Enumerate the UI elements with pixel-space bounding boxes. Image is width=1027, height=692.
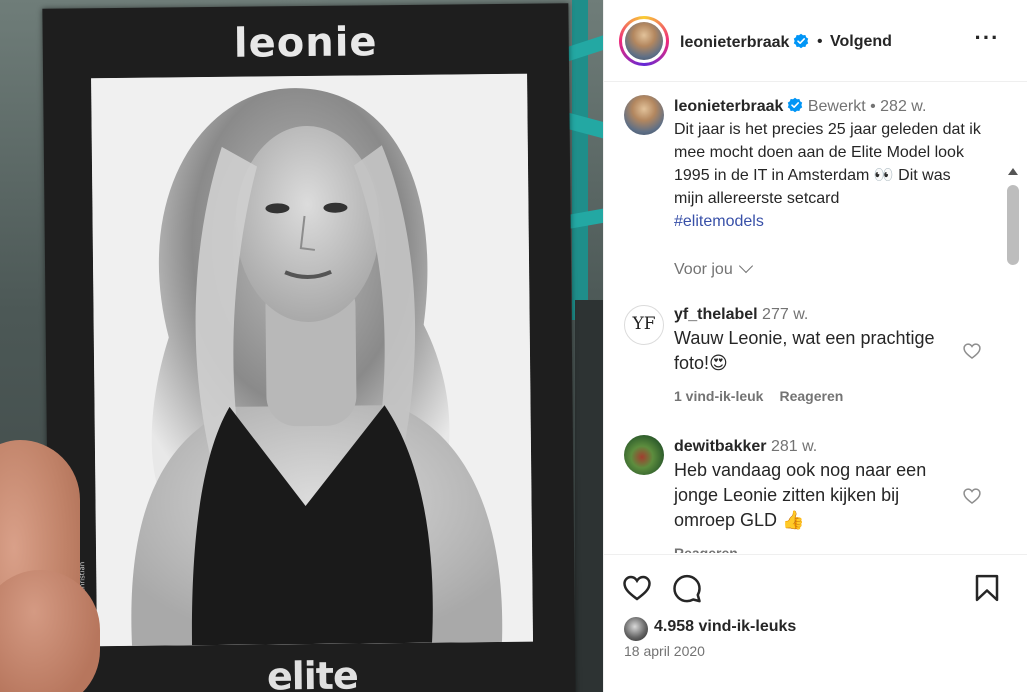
setcard: leonie Ray Christian elite bbox=[42, 3, 576, 692]
caption-text: Dit jaar is het precies 25 jaar geleden … bbox=[674, 121, 981, 207]
verified-badge-icon bbox=[794, 33, 809, 49]
avatar bbox=[624, 617, 648, 641]
comment: dewitbakker 281 w. Heb vandaag ook nog n… bbox=[674, 435, 960, 533]
setcard-name: leonie bbox=[233, 19, 378, 67]
chevron-down-icon bbox=[738, 258, 753, 274]
post-header: leonieterbraak • Volgend ··· bbox=[604, 0, 1027, 82]
comment-like-heart-icon[interactable] bbox=[962, 486, 982, 506]
portrait-illustration bbox=[91, 73, 534, 647]
caption: leonieterbraak Bewerkt • 282 w. Dit jaar… bbox=[674, 95, 984, 233]
comment-actions: 1 vind-ik-leuk Reageren bbox=[674, 388, 859, 404]
for-you-label: Voor jou bbox=[674, 261, 733, 278]
post-image[interactable]: leonie Ray Christian elite bbox=[0, 0, 603, 692]
scroll-up-arrow-icon[interactable] bbox=[1008, 168, 1018, 175]
comment-actions: Reageren bbox=[674, 545, 754, 553]
comments-list[interactable]: leonieterbraak Bewerkt • 282 w. Dit jaar… bbox=[604, 83, 1027, 553]
verified-badge-icon bbox=[788, 97, 803, 113]
post-date[interactable]: 18 april 2020 bbox=[624, 643, 705, 659]
comment-icon[interactable] bbox=[672, 573, 702, 603]
heart-icon[interactable] bbox=[622, 573, 652, 603]
caption-username[interactable]: leonieterbraak bbox=[674, 98, 783, 115]
comment-timestamp[interactable]: 281 w. bbox=[771, 438, 817, 455]
for-you-toggle[interactable]: Voor jou bbox=[674, 258, 753, 279]
author-username-link[interactable]: leonieterbraak bbox=[680, 33, 809, 52]
avatar bbox=[625, 22, 663, 60]
bookmark-icon[interactable] bbox=[972, 573, 1002, 603]
separator-dot: • bbox=[817, 33, 823, 50]
comment-text: Wauw Leonie, wat een prachtige foto!😍 bbox=[674, 328, 935, 373]
author-username[interactable]: leonieterbraak bbox=[680, 34, 789, 51]
comment-timestamp[interactable]: 277 w. bbox=[762, 306, 808, 323]
comment-likes[interactable]: 1 vind-ik-leuk bbox=[674, 388, 763, 404]
following-button[interactable]: Volgend bbox=[830, 33, 892, 51]
hashtag-link[interactable]: #elitemodels bbox=[674, 213, 764, 230]
reply-button[interactable]: Reageren bbox=[674, 545, 738, 553]
avatar[interactable] bbox=[624, 435, 664, 475]
reply-button[interactable]: Reageren bbox=[779, 388, 843, 404]
caption-timestamp[interactable]: 282 w. bbox=[880, 98, 926, 115]
background-shadow bbox=[575, 300, 603, 692]
setcard-portrait bbox=[91, 73, 534, 647]
avatar[interactable] bbox=[624, 95, 664, 135]
comment-like-heart-icon[interactable] bbox=[962, 341, 982, 361]
likes-count[interactable]: 4.958 vind-ik-leuks bbox=[654, 618, 796, 636]
comment-username[interactable]: yf_thelabel bbox=[674, 306, 758, 323]
setcard-brand-logo: elite bbox=[266, 653, 358, 692]
separator-dot: • bbox=[870, 98, 876, 115]
comment-text: Heb vandaag ook nog naar een jonge Leoni… bbox=[674, 460, 927, 530]
story-ring[interactable] bbox=[619, 16, 669, 66]
more-options-icon[interactable]: ··· bbox=[974, 27, 1000, 54]
post-actions: 4.958 vind-ik-leuks 18 april 2020 bbox=[604, 554, 1027, 692]
edited-label: Bewerkt bbox=[807, 98, 866, 115]
scrollbar-thumb[interactable] bbox=[1007, 185, 1019, 265]
comment-username[interactable]: dewitbakker bbox=[674, 438, 766, 455]
avatar[interactable]: YF bbox=[624, 305, 664, 345]
comment: yf_thelabel 277 w. Wauw Leonie, wat een … bbox=[674, 303, 954, 376]
post-panel: leonieterbraak • Volgend ··· leonieterbr… bbox=[603, 0, 1027, 692]
